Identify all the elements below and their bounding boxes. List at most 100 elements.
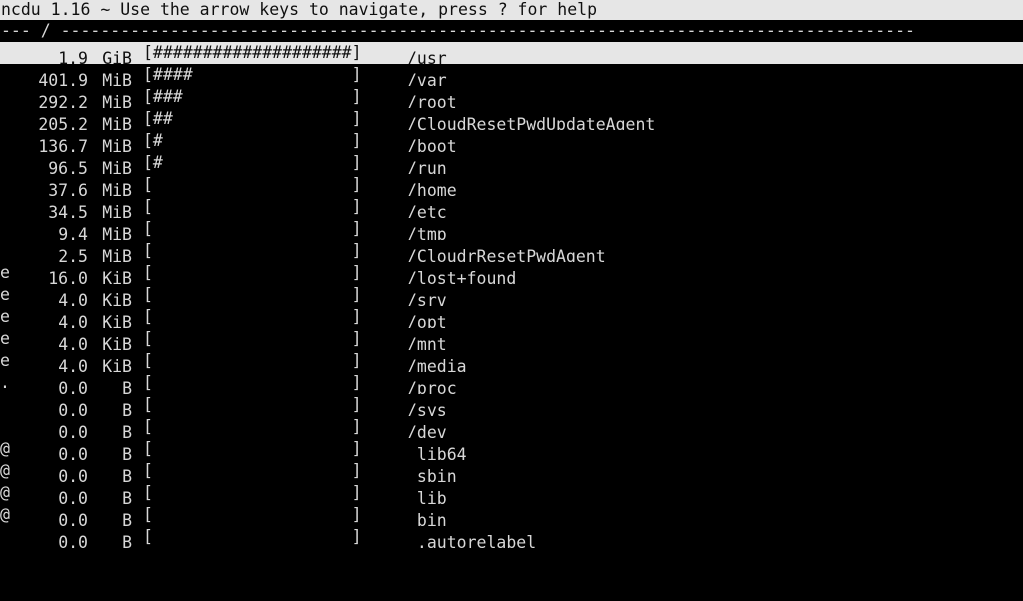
entry-size-value: 34.5 [48,203,88,218]
usage-bar: [ ] [143,417,362,436]
path-suffix-dashes: ----------------------------------------… [50,21,915,40]
entry-size-unit: B [122,533,132,548]
file-row[interactable]: @ 0.0 B [ ] sbin [0,460,1023,482]
entry-name[interactable]: /root [407,92,457,108]
entry-size-value: 205.2 [38,115,88,130]
file-row[interactable]: 136.7 MiB [# ] /boot [0,130,1023,152]
file-row[interactable]: 2.5 MiB [ ] /CloudrResetPwdAgent [0,240,1023,262]
entry-name[interactable]: /tmp [407,224,447,240]
entry-size-value: 16.0 [48,269,88,284]
entry-name[interactable]: /dev [407,422,447,438]
entry-size-value: 136.7 [38,137,88,152]
usage-bar: [####################] [143,43,362,62]
entry-name[interactable]: lib64 [407,444,467,460]
entry-size-value: 4.0 [58,313,88,328]
entry-name[interactable]: /etc [407,202,447,218]
entry-name[interactable]: /srv [407,290,447,306]
entry-name[interactable]: /var [407,70,447,86]
entry-size-value: 0.0 [58,423,88,438]
entry-size-value: 0.0 [58,467,88,482]
file-row[interactable]: 0.0 B [ ] /dev [0,416,1023,438]
entry-size-value: 37.6 [48,181,88,196]
entry-type-flag: @ [0,505,10,524]
entry-size-value: 1.9 [58,49,88,64]
entry-name[interactable]: /home [407,180,457,196]
entry-name[interactable]: /opt [407,312,447,328]
entry-size-unit: MiB [102,159,132,174]
file-row[interactable]: 401.9 MiB [#### ] /var [0,64,1023,86]
entry-name[interactable]: /usr [407,48,447,64]
entry-name[interactable]: /proc [407,378,457,394]
file-row[interactable]: @ 0.0 B [ ] bin [0,504,1023,526]
file-row[interactable]: e 4.0 KiB [ ] /opt [0,306,1023,328]
file-row[interactable]: e 16.0 KiB [ ] /lost+found [0,262,1023,284]
file-row[interactable]: e 4.0 KiB [ ] /media [0,350,1023,372]
file-row[interactable]: 37.6 MiB [ ] /home [0,174,1023,196]
file-row[interactable]: @ 0.0 B [ ] lib [0,482,1023,504]
file-row[interactable]: 0.0 B [ ] .autorelabel [0,526,1023,548]
file-row[interactable]: . 0.0 B [ ] /proc [0,372,1023,394]
file-row[interactable]: 9.4 MiB [ ] /tmp [0,218,1023,240]
entry-name[interactable]: /media [407,356,467,372]
file-list[interactable]: 1.9 GiB [####################] /usr 401.9… [0,42,1023,548]
entry-size-value: 9.4 [58,225,88,240]
entry-type-flag: e [0,329,10,348]
file-row[interactable]: 1.9 GiB [####################] /usr [0,42,1023,64]
entry-size-value: 2.5 [58,247,88,262]
file-row[interactable]: 292.2 MiB [### ] /root [0,86,1023,108]
usage-bar: [ ] [143,461,362,480]
file-row[interactable]: 0.0 B [ ] /sys [0,394,1023,416]
entry-name[interactable]: bin [407,510,447,526]
usage-bar: [ ] [143,505,362,524]
entry-size-value: 4.0 [58,335,88,350]
usage-bar: [ ] [143,175,362,194]
entry-size-unit: MiB [102,203,132,218]
entry-name[interactable]: /lost+found [407,268,516,284]
entry-name[interactable]: /CloudrResetPwdAgent [407,246,606,262]
file-row[interactable]: 34.5 MiB [ ] /etc [0,196,1023,218]
usage-bar: [ ] [143,329,362,348]
entry-name[interactable]: /boot [407,136,457,152]
entry-name[interactable]: /sys [407,400,447,416]
file-row[interactable]: 96.5 MiB [# ] /run [0,152,1023,174]
file-row[interactable]: e 4.0 KiB [ ] /mnt [0,328,1023,350]
file-row[interactable]: 205.2 MiB [## ] /CloudResetPwdUpdateAgent [0,108,1023,130]
entry-name[interactable]: /mnt [407,334,447,350]
entry-name[interactable]: .autorelabel [407,532,536,548]
file-row[interactable]: @ 0.0 B [ ] lib64 [0,438,1023,460]
entry-size-value: 0.0 [58,379,88,394]
file-row[interactable]: e 4.0 KiB [ ] /srv [0,284,1023,306]
entry-name[interactable]: /CloudResetPwdUpdateAgent [407,114,655,130]
entry-name[interactable]: /run [407,158,447,174]
entry-name[interactable]: lib [407,488,447,504]
entry-size-unit: KiB [102,335,132,350]
entry-type-flag: e [0,285,10,304]
entry-name[interactable]: sbin [407,466,457,482]
path-prefix-dashes: --- [1,21,41,40]
